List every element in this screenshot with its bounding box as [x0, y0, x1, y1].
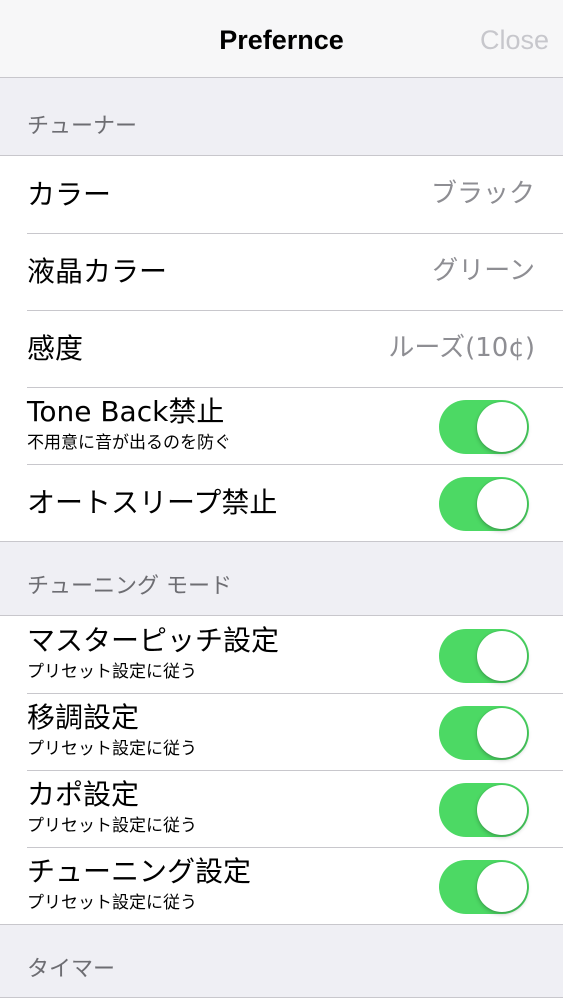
settings-group-tuning-mode: マスターピッチ設定 プリセット設定に従う 移調設定 プリセット設定に従う カポ設…	[0, 615, 563, 925]
row-label: カポ設定	[27, 778, 140, 811]
row-subtitle: プリセット設定に従う	[27, 662, 197, 682]
row-label: 感度	[27, 332, 84, 365]
settings-group-timer	[0, 997, 563, 1001]
row-sensitivity[interactable]: 感度 ルーズ(10¢)	[0, 310, 563, 387]
section-header-tuning-mode: チューニング モード	[27, 574, 232, 599]
row-master-pitch: マスターピッチ設定 プリセット設定に従う	[0, 616, 563, 693]
row-tuning: チューニング設定 プリセット設定に従う	[0, 847, 563, 924]
row-value: ルーズ(10¢)	[388, 333, 535, 363]
page-title: Prefernce	[219, 25, 344, 55]
tone-back-toggle[interactable]	[439, 400, 529, 454]
row-subtitle: プリセット設定に従う	[27, 893, 197, 913]
toggle-knob	[477, 631, 527, 681]
tuning-toggle[interactable]	[439, 860, 529, 914]
row-transpose: 移調設定 プリセット設定に従う	[0, 693, 563, 770]
auto-sleep-toggle[interactable]	[439, 477, 529, 531]
toggle-knob	[477, 862, 527, 912]
row-lcd-color[interactable]: 液晶カラー グリーン	[0, 233, 563, 310]
toggle-knob	[477, 402, 527, 452]
section-header-tuner: チューナー	[27, 114, 138, 139]
row-label: マスターピッチ設定	[27, 624, 280, 657]
master-pitch-toggle[interactable]	[439, 629, 529, 683]
row-label: Tone Back禁止	[27, 395, 225, 428]
row-color[interactable]: カラー ブラック	[0, 156, 563, 233]
toggle-knob	[477, 785, 527, 835]
row-value: グリーン	[432, 256, 535, 286]
navigation-bar: Prefernce Close	[0, 0, 563, 78]
row-subtitle: プリセット設定に従う	[27, 739, 197, 759]
section-header-timer: タイマー	[27, 957, 116, 982]
row-tone-back-disable: Tone Back禁止 不用意に音が出るのを防ぐ	[0, 387, 563, 464]
row-value: ブラック	[430, 179, 535, 209]
toggle-knob	[477, 479, 527, 529]
row-label: 移調設定	[27, 701, 140, 734]
row-subtitle: プリセット設定に従う	[27, 816, 197, 836]
settings-group-tuner: カラー ブラック 液晶カラー グリーン 感度 ルーズ(10¢) Tone Bac…	[0, 155, 563, 542]
toggle-knob	[477, 708, 527, 758]
row-subtitle: 不用意に音が出るのを防ぐ	[27, 433, 231, 453]
close-button[interactable]: Close	[480, 22, 549, 58]
row-capo: カポ設定 プリセット設定に従う	[0, 770, 563, 847]
row-label: チューニング設定	[27, 855, 252, 888]
row-label: オートスリープ禁止	[27, 486, 278, 519]
row-label: 液晶カラー	[27, 255, 168, 288]
row-label: カラー	[27, 178, 112, 211]
capo-toggle[interactable]	[439, 783, 529, 837]
row-auto-sleep-disable: オートスリープ禁止	[0, 464, 563, 541]
transpose-toggle[interactable]	[439, 706, 529, 760]
